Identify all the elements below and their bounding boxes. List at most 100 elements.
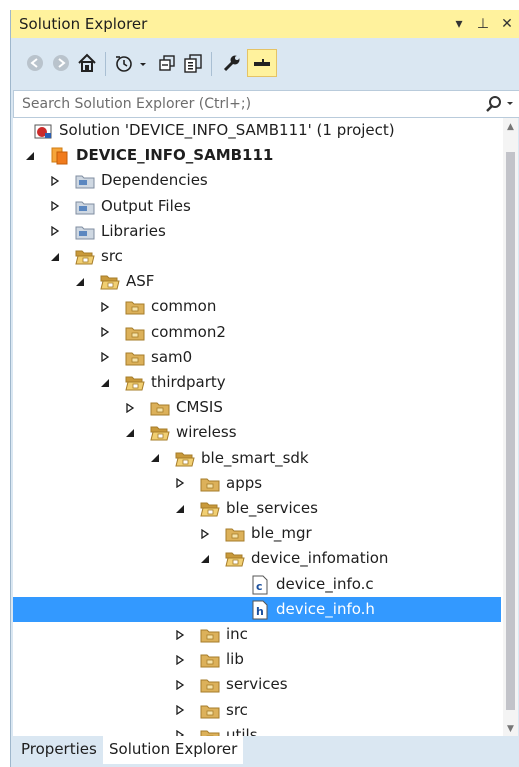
tree-item-src[interactable]: src (13, 244, 501, 269)
tree-item-services[interactable]: services (13, 672, 501, 697)
tree-item-thirdparty[interactable]: thirdparty (13, 370, 501, 395)
expanded-arrow-icon[interactable] (149, 446, 161, 471)
project-icon (50, 146, 70, 166)
preview-icon[interactable] (247, 49, 277, 77)
tree-item-label: common (151, 297, 217, 316)
scroll-down-icon[interactable]: ▼ (503, 722, 518, 736)
collapsed-arrow-icon[interactable] (49, 194, 61, 219)
expanded-arrow-icon[interactable] (199, 546, 211, 571)
pin-icon[interactable]: ⊥ (473, 13, 493, 35)
collapsed-arrow-icon[interactable] (99, 320, 111, 345)
collapsed-arrow-icon[interactable] (174, 471, 186, 496)
folder-open-icon (150, 423, 170, 443)
tree-item-asf[interactable]: ASF (13, 269, 501, 294)
collapsed-arrow-icon[interactable] (174, 622, 186, 647)
folder-icon (200, 474, 220, 494)
solution-icon (33, 121, 53, 141)
tree-item-ble-services[interactable]: ble_services (13, 496, 501, 521)
search-box (13, 90, 519, 118)
collapsed-arrow-icon[interactable] (99, 345, 111, 370)
tree-item-wireless[interactable]: wireless (13, 420, 501, 445)
tree-item-device-info-c[interactable]: c device_info.c (13, 572, 501, 597)
expanded-arrow-icon[interactable] (74, 269, 86, 294)
tree-item-label: ble_smart_sdk (201, 448, 309, 467)
tree-item-cmsis[interactable]: CMSIS (13, 395, 501, 420)
tree-item-libraries[interactable]: Libraries (13, 219, 501, 244)
collapsed-arrow-icon[interactable] (124, 395, 136, 420)
tree-item-apps[interactable]: apps (13, 471, 501, 496)
tree-item-sam0[interactable]: sam0 (13, 345, 501, 370)
tree-item-label: thirdparty (151, 373, 226, 391)
expanded-arrow-icon[interactable] (174, 496, 186, 521)
tree-item-device-info-h[interactable]: h device_info.h (13, 596, 501, 622)
tree-item-solution-device-info-samb111-1-project[interactable]: Solution 'DEVICE_INFO_SAMB111' (1 projec… (13, 118, 501, 143)
virtual-folder-icon (75, 222, 95, 242)
tree-item-device-infomation[interactable]: device_infomation (13, 546, 501, 571)
toolbar-separator (211, 52, 212, 76)
history-icon[interactable] (113, 50, 149, 76)
vertical-scrollbar[interactable]: ▲ ▼ (503, 118, 518, 738)
tree-item-label: services (226, 675, 288, 694)
tree-item-label: wireless (176, 423, 237, 442)
home-icon[interactable] (75, 50, 99, 76)
folder-icon (125, 297, 145, 317)
expanded-arrow-icon[interactable] (49, 244, 61, 269)
tree-item-label: apps (226, 473, 263, 492)
c-file-icon: c (250, 575, 270, 595)
tree-item-label: CMSIS (176, 398, 223, 417)
tree-item-label: Libraries (101, 221, 166, 240)
tree-item-inc[interactable]: inc (13, 622, 501, 647)
folder-icon (225, 524, 245, 544)
tree-item-label: Solution 'DEVICE_INFO_SAMB111' (1 projec… (59, 121, 395, 139)
tree-item-label: Output Files (101, 196, 191, 215)
collapsed-arrow-icon[interactable] (49, 168, 61, 193)
collapsed-arrow-icon[interactable] (174, 672, 186, 697)
collapsed-arrow-icon[interactable] (174, 647, 186, 672)
tree-item-lib[interactable]: lib (13, 647, 501, 672)
show-all-files-icon[interactable] (181, 50, 205, 76)
close-icon[interactable]: ✕ (497, 13, 517, 35)
tree-item-label: common2 (151, 322, 226, 341)
collapsed-arrow-icon[interactable] (99, 294, 111, 319)
scroll-up-icon[interactable]: ▲ (503, 120, 518, 134)
search-input[interactable] (14, 91, 484, 117)
tab-properties[interactable]: Properties (15, 736, 103, 762)
tree-item-src[interactable]: src (13, 698, 501, 723)
tree-item-label: ASF (126, 272, 155, 291)
toolbar-separator (105, 52, 106, 76)
tree-item-common[interactable]: common (13, 294, 501, 319)
tree-item-label: ble_services (226, 499, 318, 517)
dropdown-icon[interactable]: ▾ (449, 13, 469, 35)
back-icon[interactable] (23, 50, 47, 76)
folder-icon (200, 625, 220, 645)
tree-item-device-info-samb111[interactable]: DEVICE_INFO_SAMB111 (13, 143, 501, 168)
tab-solution-explorer[interactable]: Solution Explorer (103, 736, 244, 764)
search-icon[interactable] (486, 94, 516, 114)
tree-item-label: src (226, 700, 248, 719)
tree-item-label: device_info.c (276, 574, 374, 593)
folder-open-icon (200, 499, 220, 519)
tree-item-label: sam0 (151, 347, 193, 366)
tree-item-common2[interactable]: common2 (13, 320, 501, 345)
tree-item-label: Dependencies (101, 171, 208, 190)
tree-item-ble-smart-sdk[interactable]: ble_smart_sdk (13, 446, 501, 471)
collapsed-arrow-icon[interactable] (174, 698, 186, 723)
folder-icon (200, 675, 220, 695)
properties-wrench-icon[interactable] (219, 50, 243, 76)
tree-item-output-files[interactable]: Output Files (13, 194, 501, 219)
title-bar: Solution Explorer ▾ ⊥ ✕ (11, 10, 519, 38)
svg-text:c: c (256, 580, 263, 593)
collapse-all-icon[interactable] (155, 50, 179, 76)
tree-item-dependencies[interactable]: Dependencies (13, 168, 501, 193)
folder-open-icon (100, 272, 120, 292)
expanded-arrow-icon[interactable] (99, 370, 111, 395)
scrollbar-thumb[interactable] (506, 152, 515, 710)
expanded-arrow-icon[interactable] (124, 420, 136, 445)
solution-tree: Solution 'DEVICE_INFO_SAMB111' (1 projec… (13, 118, 518, 738)
collapsed-arrow-icon[interactable] (199, 521, 211, 546)
tree-item-ble-mgr[interactable]: ble_mgr (13, 521, 501, 546)
tree-item-label: src (101, 247, 123, 265)
collapsed-arrow-icon[interactable] (49, 219, 61, 244)
expanded-arrow-icon[interactable] (24, 143, 36, 168)
forward-icon[interactable] (49, 50, 73, 76)
